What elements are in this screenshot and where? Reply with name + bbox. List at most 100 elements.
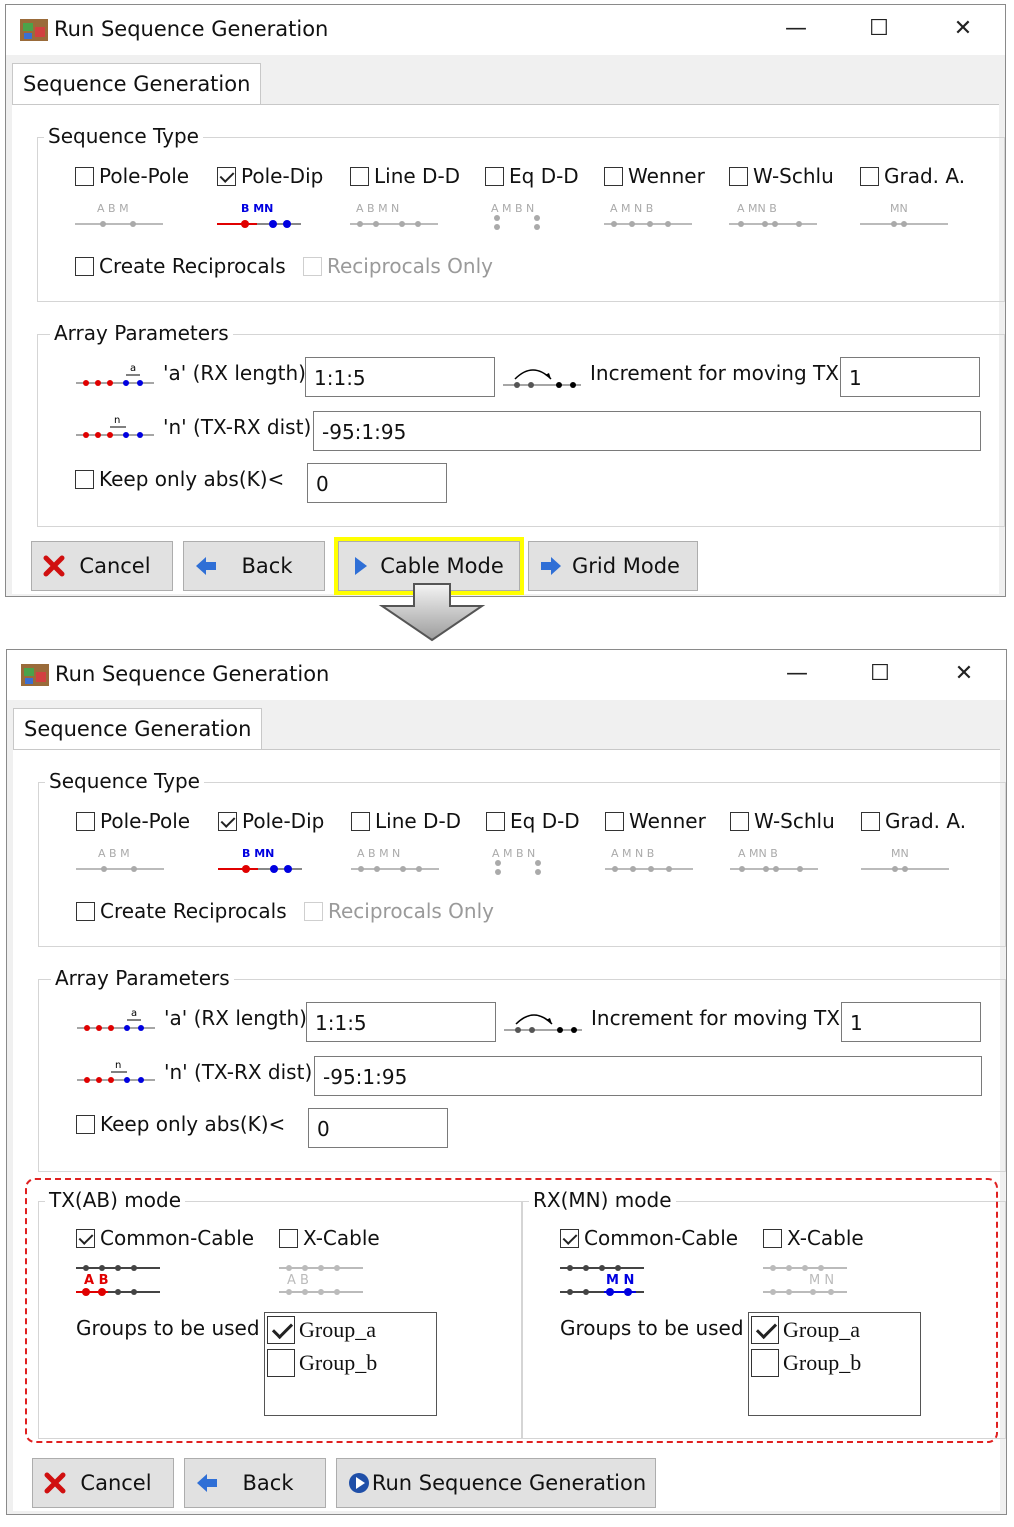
checkbox-box[interactable] (75, 469, 94, 489)
pole-pole-checkbox[interactable]: Pole-Pole (75, 164, 189, 188)
checkbox-box[interactable] (486, 811, 505, 831)
button-label: Grid Mode (572, 554, 680, 578)
run-sequence-generation-button[interactable]: Run Sequence Generation (336, 1458, 656, 1508)
grid-mode-button[interactable]: Grid Mode (528, 541, 698, 591)
keep-abs-k-input[interactable]: 0 (307, 463, 447, 503)
line-dd-checkbox[interactable]: Line D-D (351, 809, 461, 833)
checkbox-box[interactable] (485, 166, 504, 186)
pole-dip-checkbox[interactable]: Pole-Dip (217, 164, 323, 188)
checkbox-label: Line D-D (375, 809, 462, 833)
n-value-input[interactable]: -95:1:95 (313, 411, 981, 451)
array-parameters-legend: Array Parameters (50, 321, 233, 345)
checkbox-box[interactable] (729, 166, 748, 186)
minimize-icon[interactable]: — (768, 9, 824, 49)
checkbox-box[interactable] (605, 811, 624, 831)
minimize-icon[interactable]: — (769, 654, 825, 694)
tab-sequence-generation[interactable]: Sequence Generation (12, 63, 262, 105)
checkbox-label: Create Reciprocals (99, 254, 286, 278)
checkbox-label: Grad. A. (884, 164, 966, 188)
w-schlu-checkbox[interactable]: W-Schlu (729, 164, 834, 188)
checkbox-box[interactable] (76, 811, 95, 831)
eq-dd-checkbox[interactable]: Eq D-D (486, 809, 580, 833)
cancel-button[interactable]: Cancel (31, 541, 173, 591)
eq-dd-diagram-icon: A M B N (491, 202, 540, 230)
checkbox-box[interactable] (76, 901, 95, 921)
a-value-input[interactable]: 1:1:5 (305, 357, 495, 397)
checkbox-label: Eq D-D (510, 809, 580, 833)
pole-pole-checkbox[interactable]: Pole-Pole (76, 809, 190, 833)
increment-input[interactable]: 1 (840, 357, 980, 397)
pole-dip-checkbox[interactable]: Pole-Dip (218, 809, 324, 833)
svg-text:n: n (114, 415, 120, 426)
checkbox-box[interactable] (860, 166, 879, 186)
close-icon[interactable]: ✕ (936, 654, 992, 694)
maximize-icon[interactable]: ☐ (851, 9, 907, 49)
diagram-label: A MN B (738, 847, 778, 860)
checkbox-label: Reciprocals Only (327, 254, 493, 278)
title-bar[interactable]: Run Sequence Generation — ☐ ✕ (7, 650, 1006, 700)
checkbox-box (303, 256, 322, 276)
checkbox-box[interactable] (217, 166, 236, 186)
bottom-window: Run Sequence Generation — ☐ ✕ Sequence G… (6, 649, 1007, 1515)
sequence-type-legend: Sequence Type (45, 769, 204, 793)
checkbox-box[interactable] (730, 811, 749, 831)
array-parameters-group: Array Parameters a 'a' (RX length) 1:1:5… (38, 966, 1006, 1172)
checkbox-box (304, 901, 323, 921)
checkbox-box[interactable] (351, 811, 370, 831)
keep-abs-k-checkbox[interactable]: Keep only abs(K)< (75, 467, 284, 491)
keep-abs-k-checkbox[interactable]: Keep only abs(K)< (76, 1112, 285, 1136)
button-label: Run Sequence Generation (371, 1471, 647, 1495)
grad-a-checkbox[interactable]: Grad. A. (861, 809, 966, 833)
a-value-input[interactable]: 1:1:5 (306, 1002, 496, 1042)
w-schlu-checkbox[interactable]: W-Schlu (730, 809, 835, 833)
back-button[interactable]: Back (183, 541, 325, 591)
diagram-label: A M B N (491, 202, 534, 215)
wenner-checkbox[interactable]: Wenner (605, 809, 706, 833)
tab-sequence-generation[interactable]: Sequence Generation (13, 708, 263, 750)
checkbox-label: Grad. A. (885, 809, 967, 833)
eq-dd-checkbox[interactable]: Eq D-D (485, 164, 579, 188)
a-label: 'a' (RX length) (163, 361, 306, 385)
diagram-label: B MN (241, 202, 273, 215)
increment-label: Increment for moving TX (590, 361, 839, 385)
tab-panel: Sequence Type Pole-Pole Pole-Dip Line D-… (12, 104, 1005, 595)
checkbox-box[interactable] (604, 166, 623, 186)
checkbox-box[interactable] (861, 811, 880, 831)
wenner-checkbox[interactable]: Wenner (604, 164, 705, 188)
line-dd-checkbox[interactable]: Line D-D (350, 164, 460, 188)
n-label: 'n' (TX-RX dist) (164, 1060, 313, 1084)
cancel-button[interactable]: Cancel (32, 1458, 174, 1508)
n-value-input[interactable]: -95:1:95 (314, 1056, 982, 1096)
increment-input[interactable]: 1 (841, 1002, 981, 1042)
reciprocals-only-checkbox: Reciprocals Only (303, 254, 493, 278)
checkbox-box[interactable] (76, 1114, 95, 1134)
button-label: Back (242, 1471, 294, 1495)
line-dd-diagram-icon: A B M N (350, 202, 438, 227)
checkbox-label: W-Schlu (754, 809, 835, 833)
sequence-type-group: Sequence Type Pole-Pole Pole-Dip Line D-… (37, 124, 1005, 302)
diagram-label: MN (890, 202, 908, 215)
checkbox-box[interactable] (218, 811, 237, 831)
checkbox-label: Create Reciprocals (100, 899, 287, 923)
close-icon[interactable]: ✕ (935, 9, 991, 49)
create-reciprocals-checkbox[interactable]: Create Reciprocals (75, 254, 286, 278)
transition-down-arrow-icon (378, 583, 486, 642)
line-dd-diagram-icon: A B M N (351, 847, 439, 872)
maximize-icon[interactable]: ☐ (852, 654, 908, 694)
checkbox-box[interactable] (75, 166, 94, 186)
diagram-label: A M N B (610, 202, 653, 215)
button-label: Back (241, 554, 293, 578)
n-spacing-icon: n (76, 415, 154, 438)
back-button[interactable]: Back (184, 1458, 326, 1508)
checkbox-label: Pole-Pole (100, 809, 191, 833)
a-label: 'a' (RX length) (164, 1006, 307, 1030)
create-reciprocals-checkbox[interactable]: Create Reciprocals (76, 899, 287, 923)
cancel-icon (43, 555, 65, 577)
pole-dip-diagram-icon: B MN (217, 202, 301, 228)
title-bar[interactable]: Run Sequence Generation — ☐ ✕ (6, 5, 1005, 55)
grad-a-checkbox[interactable]: Grad. A. (860, 164, 965, 188)
keep-abs-k-input[interactable]: 0 (308, 1108, 448, 1148)
checkbox-box[interactable] (350, 166, 369, 186)
checkbox-label: Wenner (629, 809, 706, 833)
checkbox-box[interactable] (75, 256, 94, 276)
